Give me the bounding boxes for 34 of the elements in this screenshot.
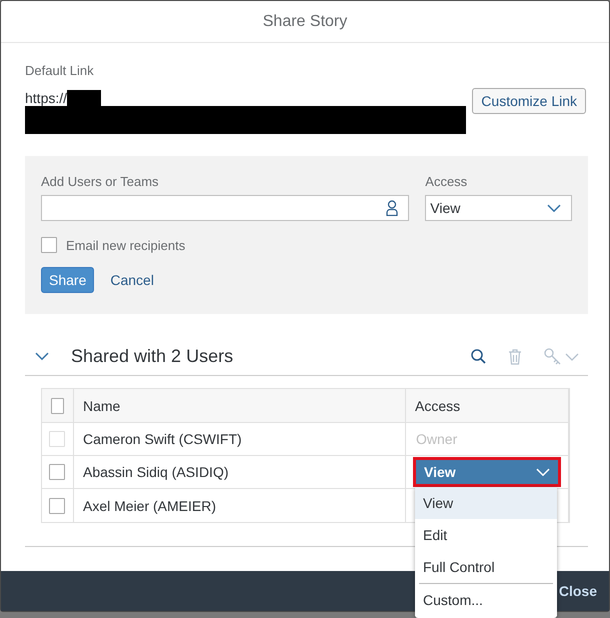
users-input-field[interactable] [41, 195, 410, 221]
email-checkbox[interactable] [41, 237, 57, 253]
link-url: https:// [25, 90, 68, 106]
row-checkbox[interactable] [49, 498, 65, 514]
search-icon[interactable] [471, 349, 486, 364]
access-dropdown[interactable]: View [425, 195, 572, 221]
checkbox-label: Email new recipients [66, 238, 186, 252]
column-header: Name [83, 398, 120, 414]
column-header: Access [415, 398, 460, 414]
trash-icon[interactable] [508, 348, 522, 364]
person-icon [386, 200, 398, 216]
user-name: Cameron Swift (CSWIFT) [83, 431, 242, 447]
menu-option[interactable]: Custom... [415, 584, 557, 616]
access-value: Owner [415, 431, 458, 447]
row-checkbox[interactable] [49, 464, 65, 480]
menu-option[interactable]: Edit [415, 519, 557, 551]
menu-option[interactable]: View [415, 487, 557, 519]
chevron-down-icon [35, 352, 49, 361]
cancel-button[interactable]: Cancel [102, 272, 162, 288]
chevron-down-icon [536, 468, 550, 476]
key-dropdown-icon[interactable] [544, 348, 580, 366]
customize-link-button[interactable]: Customize Link [472, 88, 586, 114]
menu-option[interactable]: Full Control [415, 551, 557, 583]
field-label: Access [425, 174, 468, 189]
section-title: Shared with 2 Users [71, 346, 234, 367]
access-select[interactable]: View [413, 457, 561, 487]
select-all-checkbox[interactable] [51, 398, 64, 414]
user-name: Abassin Sidiq (ASIDIQ) [83, 464, 228, 480]
default-link-label: Default Link [25, 63, 95, 78]
user-name: Axel Meier (AMEIER) [83, 498, 216, 514]
collapse-toggle[interactable] [35, 352, 49, 361]
dialog-title: Share Story [262, 12, 348, 30]
field-label: Add Users or Teams [41, 174, 160, 189]
chevron-down-icon [547, 204, 561, 212]
